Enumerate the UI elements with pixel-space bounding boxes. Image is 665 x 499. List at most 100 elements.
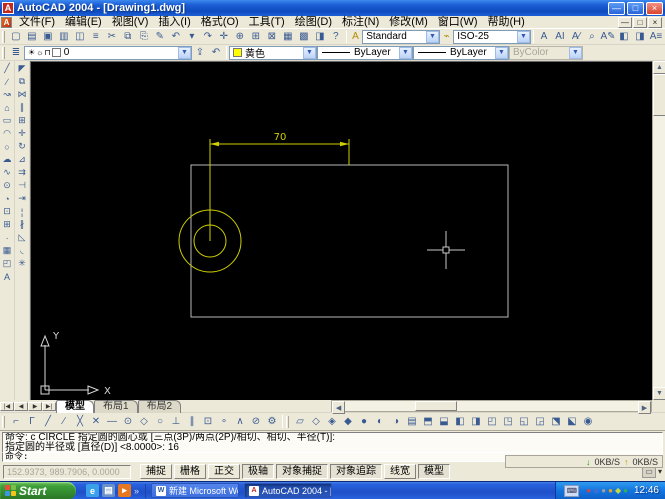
toolbar-grip[interactable] bbox=[2, 415, 5, 428]
draw-region[interactable]: ◰ bbox=[0, 257, 14, 270]
horizontal-scrollbar[interactable]: ◀ ▶ bbox=[331, 400, 652, 414]
tab-model[interactable]: 模型 bbox=[56, 399, 94, 413]
task-button-autocad[interactable]: A AutoCAD 2004 - [Dra... bbox=[244, 483, 333, 498]
vertical-scroll-track[interactable] bbox=[653, 116, 665, 387]
standard-redo[interactable]: ↷ bbox=[200, 29, 216, 44]
status-toggle-ortho[interactable]: 正交 bbox=[208, 464, 240, 479]
chevron-down-icon[interactable]: ▼ bbox=[425, 30, 439, 43]
osnap-snap-center[interactable]: ⊙ bbox=[120, 414, 136, 430]
modify-trim[interactable]: ⊣ bbox=[15, 179, 29, 192]
modify-break[interactable]: ∦ bbox=[15, 218, 29, 231]
modify-chamfer[interactable]: ◺ bbox=[15, 231, 29, 244]
osnap-snap-insert[interactable]: ⊡ bbox=[200, 414, 216, 430]
tray-icon-security-shield[interactable]: ◆ bbox=[615, 486, 621, 495]
tab-nav-first[interactable]: |◀ bbox=[0, 401, 14, 411]
internet-explorer-icon[interactable]: e bbox=[86, 484, 99, 497]
draw-point[interactable]: ∙ bbox=[0, 231, 14, 244]
view-nw-isometric[interactable]: ⬕ bbox=[564, 414, 580, 430]
osnap-temporary-track-point[interactable]: ⌐ bbox=[8, 414, 24, 430]
view-gouraud-shaded-edges[interactable]: ◑ bbox=[388, 414, 404, 430]
view-left-view[interactable]: ◧ bbox=[452, 414, 468, 430]
media-player-icon[interactable]: ▸ bbox=[118, 484, 131, 497]
modify-array[interactable]: ⊞ bbox=[15, 114, 29, 127]
view-right-view[interactable]: ◨ bbox=[468, 414, 484, 430]
modify-fillet[interactable]: ◟ bbox=[15, 244, 29, 257]
tab-layout1[interactable]: 布局1 bbox=[94, 399, 138, 413]
status-tray-chevron-icon[interactable]: ▾ bbox=[658, 467, 662, 476]
standard-undo-list[interactable]: ▾ bbox=[184, 29, 200, 44]
horizontal-scroll-track[interactable] bbox=[457, 401, 638, 411]
layer-combo[interactable]: ☀ ☼ ⊓ 0 ▼ bbox=[24, 45, 192, 60]
tray-icon-input-method[interactable]: ● bbox=[601, 486, 606, 495]
text-justify-text[interactable]: ◨ bbox=[632, 29, 648, 44]
view-bottom-view[interactable]: ⬓ bbox=[436, 414, 452, 430]
standard-publish[interactable]: ≡ bbox=[88, 29, 104, 44]
standard-help[interactable]: ? bbox=[328, 29, 344, 44]
view-front-view[interactable]: ◰ bbox=[484, 414, 500, 430]
standard-zoom-window[interactable]: ⊞ bbox=[248, 29, 264, 44]
view-top-view[interactable]: ⬒ bbox=[420, 414, 436, 430]
osnap-osnap-settings[interactable]: ⚙ bbox=[264, 414, 280, 430]
language-indicator[interactable]: ⌨ bbox=[564, 484, 580, 497]
menu-file[interactable]: 文件(F) bbox=[14, 16, 60, 29]
command-history[interactable]: 命令: c CIRCLE 指定圆的圆心或 [三点(3P)/两点(2P)/相切、相… bbox=[2, 432, 663, 453]
modify-mirror[interactable]: ⋈ bbox=[15, 88, 29, 101]
tab-nav-next[interactable]: ▶ bbox=[28, 401, 42, 411]
view-named-views[interactable]: ▤ bbox=[404, 414, 420, 430]
standard-properties[interactable]: ◨ bbox=[312, 29, 328, 44]
modify-extend[interactable]: ⇥ bbox=[15, 192, 29, 205]
tray-icon-antivirus[interactable]: ● bbox=[586, 486, 591, 495]
osnap-snap-intersection[interactable]: ╳ bbox=[72, 414, 88, 430]
osnap-snap-none[interactable]: ⊘ bbox=[248, 414, 264, 430]
toolbar-grip[interactable] bbox=[2, 46, 5, 59]
menu-help[interactable]: 帮助(H) bbox=[483, 16, 530, 29]
layer-freeze-icon[interactable]: ☼ bbox=[36, 48, 43, 57]
draw-line[interactable]: ╱ bbox=[0, 62, 14, 75]
draw-circle[interactable]: ○ bbox=[0, 140, 14, 153]
status-toggle-model-space[interactable]: 模型 bbox=[418, 464, 450, 479]
view-back-view[interactable]: ◳ bbox=[500, 414, 516, 430]
make-object-layer-current-icon[interactable]: ⇪ bbox=[192, 45, 208, 60]
tab-layout2[interactable]: 布局2 bbox=[137, 399, 182, 413]
draw-ellipse-arc[interactable]: ◔ bbox=[0, 192, 14, 205]
dim-style-combo[interactable]: ISO-25 ▼ bbox=[453, 29, 531, 44]
drawing-canvas[interactable]: 70 Y X bbox=[30, 61, 652, 400]
vertical-scroll-thumb[interactable] bbox=[653, 74, 665, 116]
show-desktop-icon[interactable]: ▤ bbox=[102, 484, 115, 497]
osnap-snap-tangent[interactable]: ○ bbox=[152, 414, 168, 430]
menu-dimension[interactable]: 标注(N) bbox=[337, 16, 384, 29]
view-hidden[interactable]: ◈ bbox=[324, 414, 340, 430]
status-toggle-osnap[interactable]: 对象捕捉 bbox=[276, 464, 328, 479]
chevron-down-icon[interactable]: ▼ bbox=[399, 46, 412, 59]
view-camera[interactable]: ◉ bbox=[580, 414, 596, 430]
draw-spline[interactable]: ∿ bbox=[0, 166, 14, 179]
draw-polyline[interactable]: ↝ bbox=[0, 88, 14, 101]
tray-icon-messenger[interactable]: ◆ bbox=[593, 486, 599, 495]
osnap-snap-from[interactable]: Γ bbox=[24, 414, 40, 430]
color-combo[interactable]: 黄色 ▼ bbox=[229, 45, 317, 60]
titlebar-button-restore[interactable]: □ bbox=[627, 1, 644, 15]
modify-move[interactable]: ✛ bbox=[15, 127, 29, 140]
layer-on-icon[interactable]: ☀ bbox=[28, 48, 35, 57]
chevron-down-icon[interactable]: ▼ bbox=[178, 46, 191, 59]
menu-edit[interactable]: 编辑(E) bbox=[60, 16, 107, 29]
horizontal-scroll-track[interactable] bbox=[345, 401, 415, 411]
text-text-style-manager[interactable]: A✎ bbox=[600, 29, 616, 44]
draw-insert-block[interactable]: ⊡ bbox=[0, 205, 14, 218]
chevron-down-icon[interactable]: ▼ bbox=[516, 30, 530, 43]
draw-arc[interactable]: ◠ bbox=[0, 127, 14, 140]
osnap-snap-parallel[interactable]: ∥ bbox=[184, 414, 200, 430]
scroll-right-icon[interactable]: ▶ bbox=[638, 401, 651, 414]
coordinate-display[interactable]: 152.9373, 989.7906, 0.0000 bbox=[3, 464, 131, 479]
view-2d-wireframe[interactable]: ▱ bbox=[292, 414, 308, 430]
linetype-combo[interactable]: ByLayer ▼ bbox=[317, 45, 413, 60]
standard-open[interactable]: ▤ bbox=[24, 29, 40, 44]
view-sw-isometric[interactable]: ◱ bbox=[516, 414, 532, 430]
standard-undo[interactable]: ↶ bbox=[168, 29, 184, 44]
text-find-text[interactable]: ⌕ bbox=[584, 29, 600, 44]
draw-construction-line[interactable]: ∕ bbox=[0, 75, 14, 88]
chevron-down-icon[interactable]: ▼ bbox=[303, 46, 316, 59]
standard-plot[interactable]: ▥ bbox=[56, 29, 72, 44]
modify-erase[interactable]: ◤ bbox=[15, 62, 29, 75]
status-toggle-polar[interactable]: 极轴 bbox=[242, 464, 274, 479]
